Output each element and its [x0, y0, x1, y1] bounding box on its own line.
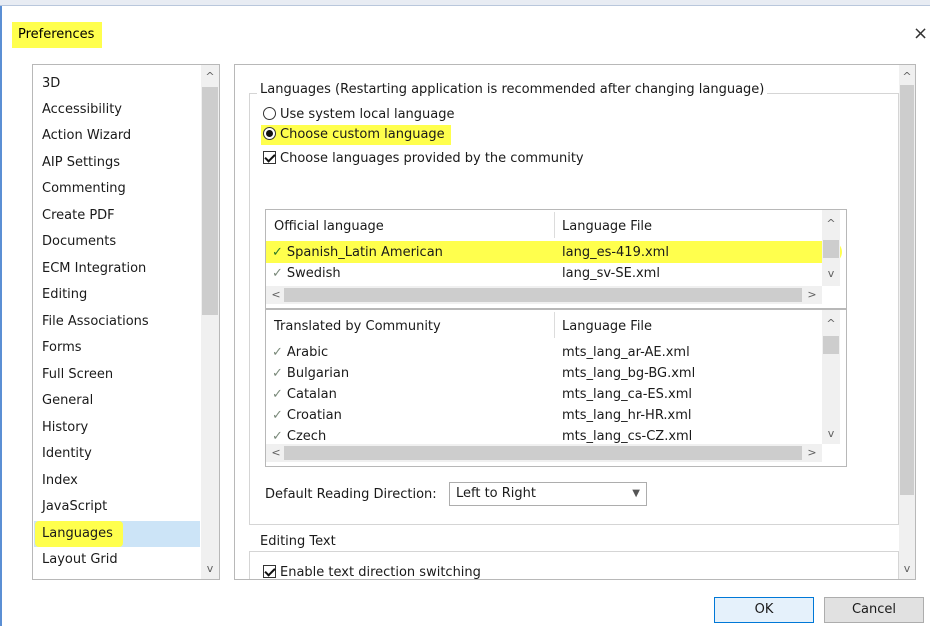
category-item-index[interactable]: Index — [42, 470, 202, 492]
scroll-left-icon[interactable]: < — [268, 447, 284, 459]
window-border — [0, 6, 2, 626]
category-item-languages[interactable]: Languages — [42, 523, 202, 545]
category-list[interactable]: 3D Accessibility Action Wizard AIP Setti… — [32, 64, 220, 580]
radio-custom-language[interactable]: Choose custom language — [261, 125, 451, 145]
scroll-up-icon[interactable]: ^ — [823, 218, 839, 230]
scroll-right-icon[interactable]: > — [804, 289, 820, 301]
scrollbar-thumb[interactable] — [284, 288, 802, 302]
scroll-down-icon[interactable]: v — [899, 563, 915, 575]
radio-icon[interactable] — [263, 107, 276, 120]
table-row-name[interactable]: ✓ Catalan — [272, 384, 337, 405]
community-languages-checkbox[interactable]: Choose languages provided by the communi… — [263, 149, 584, 169]
radio-selected-icon[interactable] — [263, 127, 276, 140]
scroll-up-icon[interactable]: ^ — [899, 71, 915, 83]
cancel-button[interactable]: Cancel — [824, 597, 924, 623]
checkbox-checked-icon[interactable] — [263, 151, 276, 164]
table-row-file[interactable]: mts_lang_ar-AE.xml — [562, 342, 690, 363]
official-table-vscrollbar[interactable]: ^ v — [822, 210, 840, 286]
category-item-editing[interactable]: Editing — [42, 284, 202, 306]
scroll-down-icon[interactable]: v — [202, 563, 218, 575]
table-row-name[interactable]: ✓ Arabic — [272, 342, 328, 363]
category-item-documents[interactable]: Documents — [42, 231, 202, 253]
table-row-file[interactable]: mts_lang_ca-ES.xml — [562, 384, 692, 405]
check-icon: ✓ — [272, 408, 283, 423]
title-bar-strip — [0, 0, 930, 6]
scroll-up-icon[interactable]: ^ — [823, 318, 839, 330]
table-row-name[interactable]: ✓ Bulgarian — [272, 363, 349, 384]
official-table-hscrollbar[interactable]: < > — [266, 286, 822, 304]
chevron-down-icon: ▼ — [632, 488, 640, 499]
community-language-table[interactable]: Translated by Community Language File ✓ A… — [265, 309, 847, 467]
column-divider — [554, 212, 555, 238]
column-header-language-file[interactable]: Language File — [562, 216, 652, 238]
scroll-left-icon[interactable]: < — [268, 289, 284, 301]
column-header-official-language[interactable]: Official language — [274, 216, 384, 238]
panel-scrollbar-thumb[interactable] — [900, 85, 914, 495]
category-item-forms[interactable]: Forms — [42, 337, 202, 359]
table-row-name[interactable]: ✓ Swedish — [272, 263, 341, 284]
category-scrollbar[interactable]: ^ v — [201, 65, 219, 579]
category-item-identity[interactable]: Identity — [42, 443, 202, 465]
category-item-create-pdf[interactable]: Create PDF — [42, 205, 202, 227]
text-direction-switch-checkbox[interactable]: Enable text direction switching — [263, 563, 481, 579]
checkbox-checked-icon[interactable] — [263, 565, 276, 578]
column-divider — [554, 312, 555, 338]
community-table-vscrollbar[interactable]: ^ v — [822, 310, 840, 444]
close-icon[interactable]: × — [913, 24, 928, 44]
scroll-up-icon[interactable]: ^ — [202, 71, 218, 83]
window-title: Preferences — [18, 27, 95, 42]
check-icon: ✓ — [272, 245, 283, 260]
table-row-name[interactable]: ✓ Croatian — [272, 405, 342, 426]
category-item-action-wizard[interactable]: Action Wizard — [42, 125, 202, 147]
table-row-file[interactable]: mts_lang_bg-BG.xml — [562, 363, 695, 384]
community-table-hscrollbar[interactable]: < > — [266, 444, 822, 462]
scroll-down-icon[interactable]: v — [823, 268, 839, 280]
category-item-layout-grid[interactable]: Layout Grid — [42, 549, 202, 571]
check-icon: ✓ — [272, 387, 283, 402]
category-item-general[interactable]: General — [42, 390, 202, 412]
scrollbar-thumb[interactable] — [284, 446, 802, 460]
editing-text-group-label: Editing Text — [257, 534, 339, 549]
column-header-translated-by-community[interactable]: Translated by Community — [274, 316, 441, 338]
category-item-ecm-integration[interactable]: ECM Integration — [42, 258, 202, 280]
category-item-javascript[interactable]: JavaScript — [42, 496, 202, 518]
table-row-file[interactable]: lang_sv-SE.xml — [562, 263, 660, 284]
column-header-language-file[interactable]: Language File — [562, 316, 652, 338]
category-scrollbar-thumb[interactable] — [202, 87, 218, 315]
category-item-file-associations[interactable]: File Associations — [42, 311, 202, 333]
check-icon: ✓ — [272, 429, 283, 444]
category-item-3d[interactable]: 3D — [42, 73, 202, 95]
check-icon: ✓ — [272, 366, 283, 381]
reading-direction-select[interactable]: Left to Right ▼ — [449, 482, 647, 506]
panel-scrollbar[interactable]: ^ v — [899, 65, 915, 579]
ok-button[interactable]: OK — [714, 597, 814, 623]
radio-system-language[interactable]: Use system local language — [263, 105, 455, 125]
scroll-down-icon[interactable]: v — [823, 428, 839, 440]
check-icon: ✓ — [272, 345, 283, 360]
category-item-history[interactable]: History — [42, 417, 202, 439]
category-item-aip-settings[interactable]: AIP Settings — [42, 152, 202, 174]
category-item-accessibility[interactable]: Accessibility — [42, 99, 202, 121]
preferences-panel: Languages (Restarting application is rec… — [234, 64, 916, 580]
table-row-file[interactable]: mts_lang_hr-HR.xml — [562, 405, 692, 426]
reading-direction-label: Default Reading Direction: — [265, 487, 437, 502]
scroll-right-icon[interactable]: > — [804, 447, 820, 459]
check-icon: ✓ — [272, 266, 283, 281]
official-language-table[interactable]: Official language Language File ✓ Spanish… — [265, 209, 847, 309]
scrollbar-thumb[interactable] — [823, 240, 839, 258]
table-row-file[interactable]: lang_es-419.xml — [562, 242, 669, 263]
scrollbar-thumb[interactable] — [823, 336, 839, 354]
category-item-full-screen[interactable]: Full Screen — [42, 364, 202, 386]
table-row-name[interactable]: ✓ Spanish_Latin American — [272, 242, 443, 263]
category-item-commenting[interactable]: Commenting — [42, 178, 202, 200]
languages-group-label: Languages (Restarting application is rec… — [257, 82, 768, 97]
